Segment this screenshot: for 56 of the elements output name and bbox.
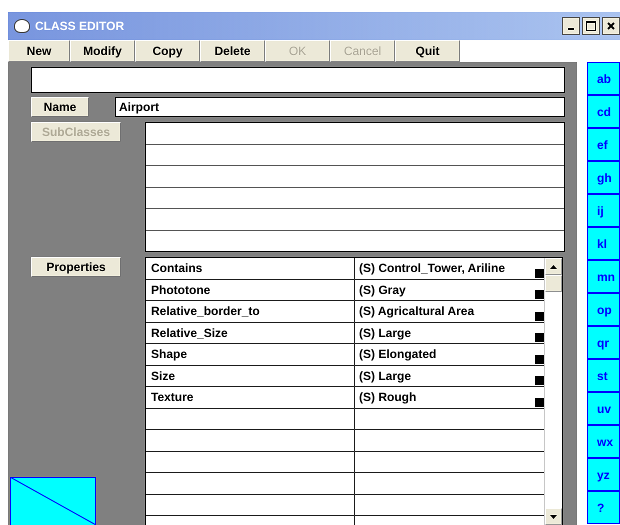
table-cell-text: (S) Large: [359, 324, 412, 342]
index-button[interactable]: gh: [587, 161, 620, 194]
table-cell: Relative_border_to: [146, 301, 355, 322]
toolbar-button[interactable]: New: [8, 40, 70, 62]
input-field[interactable]: [31, 67, 565, 93]
table-cell: Relative_Size: [146, 322, 355, 343]
scroll-thumb[interactable]: [545, 275, 562, 292]
table-cell: Texture: [146, 387, 355, 408]
close-button[interactable]: [602, 17, 620, 35]
caret-up-icon[interactable]: [550, 264, 557, 268]
handle-icon[interactable]: [535, 290, 544, 299]
handle-icon[interactable]: [535, 268, 544, 278]
handle-icon[interactable]: [535, 312, 544, 320]
index-button[interactable]: mn: [587, 260, 620, 293]
table-cell-text: (S) Control_Tower, Ariline: [359, 260, 506, 277]
close-icon[interactable]: [607, 22, 615, 30]
index-button[interactable]: ?: [587, 491, 620, 524]
index-button[interactable]: qr: [587, 326, 620, 359]
handle-icon[interactable]: [535, 354, 544, 364]
handle-icon[interactable]: [535, 376, 544, 385]
minimize-button[interactable]: [562, 17, 580, 35]
properties-button[interactable]: Properties: [31, 257, 121, 277]
index-button[interactable]: uv: [587, 392, 620, 425]
maximize-button[interactable]: [582, 17, 600, 35]
index-button[interactable]: cd: [587, 95, 620, 128]
scroll-up-button[interactable]: [545, 258, 562, 275]
toolbar-button[interactable]: Delete: [200, 40, 265, 62]
table-cell-text: (S) Rough: [359, 389, 416, 406]
handle-icon[interactable]: [535, 333, 544, 342]
subclasses-list[interactable]: [145, 122, 565, 252]
table-cell: Phototone: [146, 280, 355, 300]
index-button[interactable]: ab: [587, 62, 620, 95]
table-cell: Size: [146, 366, 355, 386]
index-button[interactable]: kl: [587, 227, 620, 260]
table-cell-text: (S) Large: [359, 368, 412, 384]
toolbar-button[interactable]: Quit: [395, 40, 460, 62]
index-button[interactable]: yz: [587, 458, 620, 491]
scrollbar[interactable]: [544, 258, 562, 525]
name-field[interactable]: Airport: [115, 97, 565, 117]
window-title: CLASS EDITOR: [35, 19, 124, 33]
index-button[interactable]: st: [587, 359, 620, 392]
scroll-down-button[interactable]: [545, 508, 562, 525]
toolbar-button[interactable]: Copy: [135, 40, 200, 62]
table-cell-text: (S) Gray: [359, 282, 406, 298]
toolbar-button[interactable]: Modify: [70, 40, 135, 62]
handle-icon[interactable]: [535, 398, 544, 406]
index-button[interactable]: wx: [587, 425, 620, 458]
caret-down-icon[interactable]: [550, 514, 557, 518]
index-button[interactable]: op: [587, 293, 620, 326]
table-cell: Contains: [146, 258, 355, 278]
index-button[interactable]: ij: [587, 194, 620, 227]
index-button[interactable]: ef: [587, 128, 620, 161]
name-button[interactable]: Name: [31, 97, 89, 117]
table-cell: Shape: [146, 344, 355, 364]
table-cell-text: (S) Elongated: [359, 346, 436, 363]
table-cell-text: (S) Agricaltural Area: [359, 303, 474, 320]
